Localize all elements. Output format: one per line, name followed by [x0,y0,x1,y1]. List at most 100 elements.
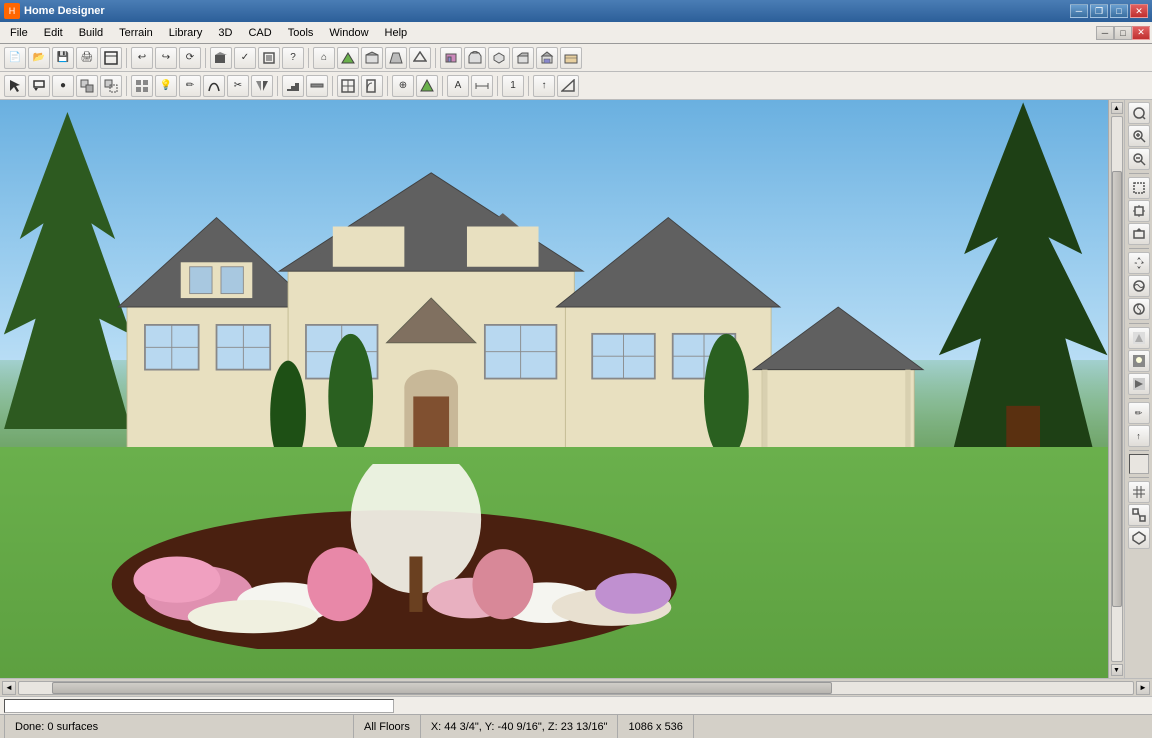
3d-full-button[interactable] [464,47,486,69]
check-button[interactable]: ✓ [234,47,256,69]
zoom-prev-button[interactable] [1128,223,1150,245]
mirror-tool[interactable] [251,75,273,97]
status-coords: X: 44 3/4", Y: -40 9/16", Z: 23 13/16" [421,715,619,738]
deck-button[interactable] [560,47,582,69]
elev-view-button[interactable] [361,47,383,69]
close-button[interactable]: ✕ [1130,4,1148,18]
menu-library[interactable]: Library [161,25,211,41]
scroll-up-button[interactable]: ▲ [1111,102,1123,114]
menu-help[interactable]: Help [377,25,416,41]
sep4 [435,48,436,68]
vertical-scrollbar[interactable]: ▲ ▼ [1108,100,1124,678]
orbit2-button[interactable] [1128,298,1150,320]
edit-3d-button[interactable]: ✏ [1128,402,1150,424]
scroll-down-button[interactable]: ▼ [1111,664,1123,676]
roofline-button[interactable] [409,47,431,69]
text-tool[interactable]: A [447,75,469,97]
minimize-button[interactable]: ─ [1070,4,1088,18]
slope-tool[interactable] [557,75,579,97]
menu-3d[interactable]: 3D [210,25,240,41]
scroll-thumb-vertical[interactable] [1112,171,1122,606]
draw-tool[interactable]: ✏ [179,75,201,97]
help-button[interactable]: ? [282,47,304,69]
zoom-in-button[interactable] [1128,125,1150,147]
orbit-button[interactable] [1128,275,1150,297]
input-bar [0,696,1152,714]
menu-close[interactable]: ✕ [1132,26,1150,40]
block1-tool[interactable] [76,75,98,97]
menu-window[interactable]: Window [321,25,376,41]
wall-view-button[interactable] [440,47,462,69]
box-button[interactable] [258,47,280,69]
undo-button[interactable]: ↩ [131,47,153,69]
horizontal-scrollbar: ◄ ► [0,678,1152,696]
edit-tool[interactable] [28,75,50,97]
symbol-tool[interactable]: ⊕ [392,75,414,97]
layout-button[interactable] [100,47,122,69]
print-button[interactable]: 🖨 [76,47,98,69]
3d1-button[interactable] [210,47,232,69]
canvas-area[interactable]: ▲ ▼ [0,100,1124,678]
sep7 [332,76,333,96]
sep11 [528,76,529,96]
grid-button[interactable] [1128,481,1150,503]
right-sep3 [1129,323,1149,324]
zoom-fit-button[interactable] [1128,102,1150,124]
restore-button[interactable]: ❐ [1090,4,1108,18]
array-tool[interactable] [131,75,153,97]
perspective-button[interactable] [512,47,534,69]
block2-tool[interactable] [100,75,122,97]
pan-button[interactable] [1128,252,1150,274]
menu-restore[interactable]: □ [1114,26,1132,40]
zoom-rect-button[interactable] [1128,177,1150,199]
checkbox-option[interactable] [1129,454,1149,474]
cut-tool[interactable]: ✂ [227,75,249,97]
render-fast-button[interactable] [1128,373,1150,395]
menu-tools[interactable]: Tools [280,25,322,41]
save-button[interactable]: 💾 [52,47,74,69]
point-tool[interactable]: ● [52,75,74,97]
menu-terrain[interactable]: Terrain [111,25,161,41]
num-tool[interactable]: 1 [502,75,524,97]
floor-plan-button[interactable]: ⌂ [313,47,335,69]
overhead-button[interactable] [488,47,510,69]
render-basic-button[interactable] [1128,327,1150,349]
zoom-all-button[interactable] [1128,200,1150,222]
object-button[interactable] [1128,527,1150,549]
window-tool[interactable] [337,75,359,97]
redo-button[interactable]: ↪ [155,47,177,69]
garage-button[interactable] [536,47,558,69]
render-full-button[interactable] [1128,350,1150,372]
scroll-thumb-horizontal[interactable] [52,682,832,694]
spline-tool[interactable] [203,75,225,97]
stairs-tool[interactable] [282,75,304,97]
menu-build[interactable]: Build [71,25,111,41]
dim-tool[interactable] [471,75,493,97]
new-button[interactable]: 📄 [4,47,26,69]
elev2-tool[interactable]: ↑ [533,75,555,97]
command-input[interactable] [4,699,394,713]
right-sep4 [1129,398,1149,399]
light-tool[interactable]: 💡 [155,75,177,97]
scroll-right-button[interactable]: ► [1136,681,1150,695]
scroll-left-button[interactable]: ◄ [2,681,16,695]
select-tool[interactable] [4,75,26,97]
snap-button[interactable] [1128,504,1150,526]
maximize-button[interactable]: □ [1110,4,1128,18]
terrain2-tool[interactable] [416,75,438,97]
terrain-view-button[interactable] [337,47,359,69]
window-title: Home Designer [24,5,105,17]
menu-minimize[interactable]: ─ [1096,26,1114,40]
wall2-tool[interactable] [306,75,328,97]
zoom-out-button[interactable] [1128,148,1150,170]
redo2-button[interactable]: ⟳ [179,47,201,69]
section-button[interactable] [385,47,407,69]
right-panel: ✏ ↑ [1124,100,1152,678]
toolbar2: ● 💡 ✏ ✂ ⊕ A 1 ↑ [0,72,1152,100]
open-button[interactable]: 📂 [28,47,50,69]
menu-cad[interactable]: CAD [240,25,279,41]
menu-file[interactable]: File [2,25,36,41]
door-tool[interactable] [361,75,383,97]
up-button[interactable]: ↑ [1128,425,1150,447]
menu-edit[interactable]: Edit [36,25,71,41]
